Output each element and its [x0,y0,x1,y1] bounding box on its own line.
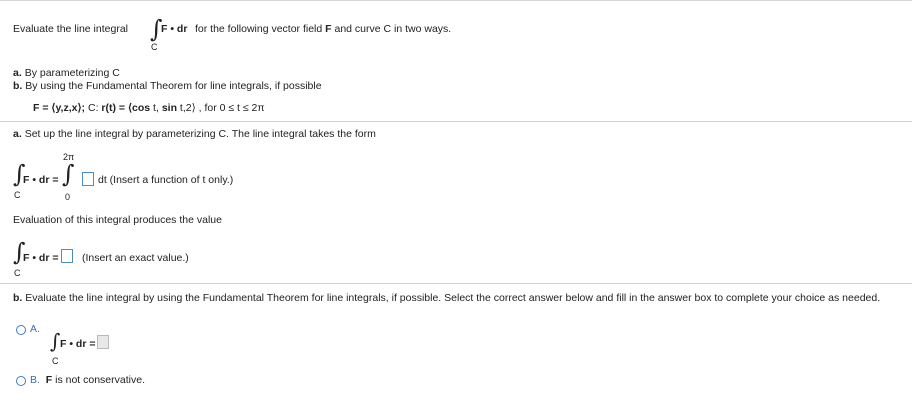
evaluation-text: Evaluation of this integral produces the… [13,214,222,226]
option-a-answer-box[interactable] [97,335,109,349]
intro-suffix: for the following vector field F and cur… [195,23,452,35]
section-b-prompt: b. Evaluate the line integral by using t… [13,292,881,304]
integral-sign: ∫ [62,160,75,188]
integral-sign: ∫ [50,329,61,353]
option-b-label[interactable]: B. F is not conservative. [30,374,145,386]
option-a-letter[interactable]: A. [30,323,40,335]
intro-subscript: C [151,42,158,52]
option-a-integrand: F • dr = [60,338,96,350]
field-definition: F = ⟨y,z,x⟩; C: r(t) = ⟨cos t, sin t,2⟩ … [33,102,265,114]
lhs-subscript: C [14,190,21,200]
part-b-line: b. By using the Fundamental Theorem for … [13,80,322,92]
integrand-answer-box[interactable] [82,172,94,186]
intro-integrand: F • dr [161,23,188,35]
part-a-line: a. By parameterizing C [13,67,120,79]
top-border [0,0,912,1]
option-a-radio[interactable] [16,325,26,335]
intro-prefix: Evaluate the line integral [13,23,128,35]
dt-hint: dt (Insert a function of t only.) [98,174,234,186]
lower-limit: 0 [65,192,71,202]
lhs-integrand: F • dr = [23,174,59,186]
section-a-prompt: a. Set up the line integral by parameter… [13,128,376,140]
value-answer-box[interactable] [61,249,73,263]
value-integrand: F • dr = [23,252,59,264]
value-subscript: C [14,268,21,278]
value-hint: (Insert an exact value.) [82,252,189,264]
separator-2 [0,283,912,284]
option-b-radio[interactable] [16,376,26,386]
separator-1 [0,121,912,122]
option-a-subscript: C [52,356,59,366]
